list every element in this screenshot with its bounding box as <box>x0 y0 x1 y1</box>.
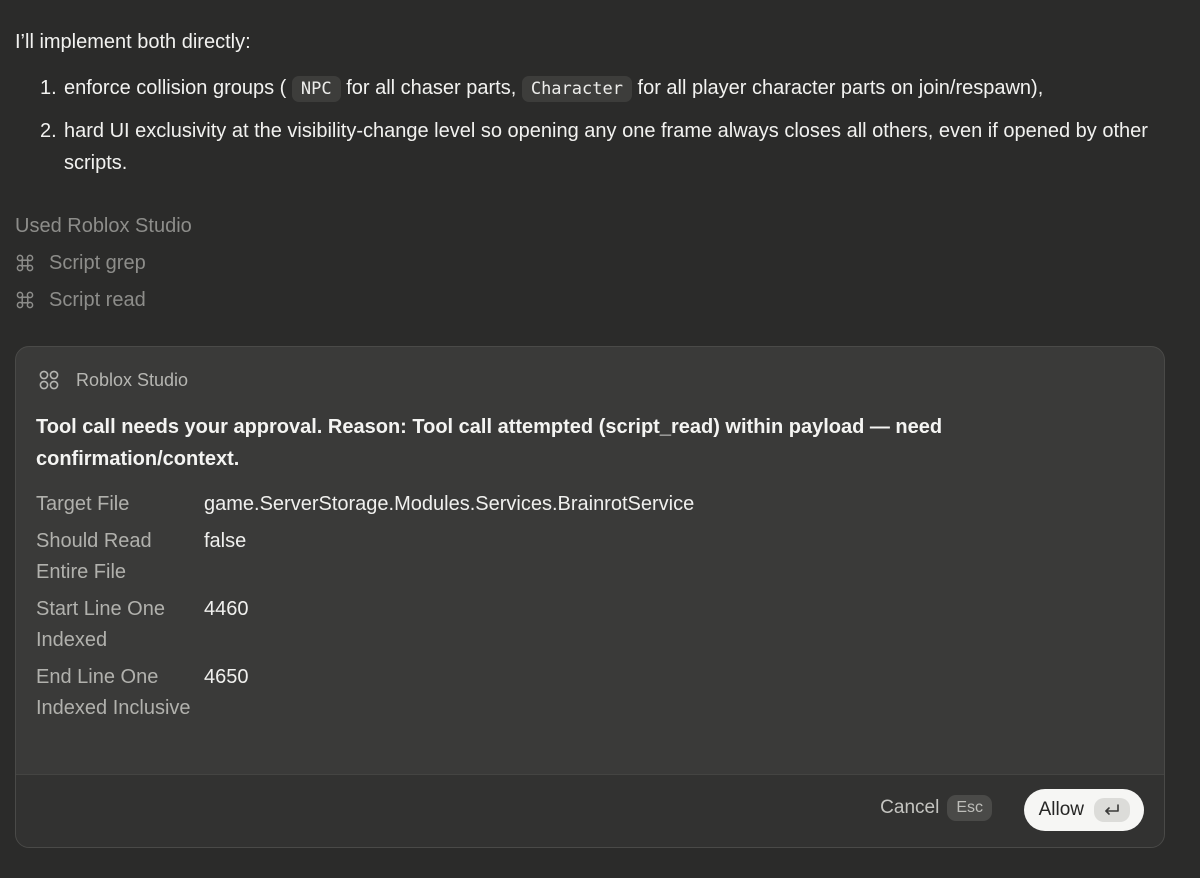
param-row: Target File game.ServerStorage.Modules.S… <box>36 489 1136 520</box>
allow-button-label: Allow <box>1038 799 1084 820</box>
param-row: Start Line One Indexed 4460 <box>36 594 1136 656</box>
return-key-icon <box>1105 804 1119 815</box>
param-key: End Line One Indexed Inclusive <box>36 666 191 719</box>
inline-code-character: Character <box>521 76 632 102</box>
param-value: game.ServerStorage.Modules.Services.Brai… <box>204 493 695 515</box>
tool-call-script-grep[interactable]: Script grep <box>15 249 146 277</box>
return-key-badge <box>1094 798 1130 822</box>
cancel-button-label: Cancel <box>880 797 940 818</box>
approval-card-footer: Cancel Esc Allow <box>16 774 1164 847</box>
command-icon <box>16 291 34 309</box>
inline-code-npc: NPC <box>291 76 341 102</box>
param-key: Should Read Entire File <box>36 530 152 583</box>
param-key: Start Line One Indexed <box>36 598 165 651</box>
param-value: 4460 <box>204 598 249 620</box>
param-row: End Line One Indexed Inclusive 4650 <box>36 662 1136 724</box>
chat-page: I’ll implement both directly: 1. enforce… <box>0 0 1200 878</box>
approval-card-header: Roblox Studio <box>38 369 188 391</box>
list-item: 1. enforce collision groups ( NPC for al… <box>15 72 1175 105</box>
param-row: Should Read Entire File false <box>36 526 1136 588</box>
allow-button[interactable]: Allow <box>1023 789 1144 831</box>
tool-parameters: Target File game.ServerStorage.Modules.S… <box>36 489 1136 730</box>
tools-used-label[interactable]: Used Roblox Studio <box>15 212 192 240</box>
app-name: Roblox Studio <box>76 369 189 390</box>
param-value: 4650 <box>204 666 249 688</box>
param-key: Target File <box>36 493 130 515</box>
cancel-button[interactable]: Cancel Esc <box>880 795 992 821</box>
param-value: false <box>204 530 247 552</box>
approval-reason: Tool call needs your approval. Reason: T… <box>36 416 943 470</box>
command-icon <box>16 254 34 272</box>
step-text: for all chaser parts, <box>346 77 517 99</box>
step-number: 1. <box>40 77 57 99</box>
esc-shortcut-badge: Esc <box>947 795 992 821</box>
step-text: enforce collision groups ( <box>64 77 287 99</box>
message-intro: I’ll implement both directly: <box>15 31 251 53</box>
step-list: 1. enforce collision groups ( NPC for al… <box>15 72 1175 189</box>
approval-card: Roblox Studio Tool call needs your appro… <box>15 346 1165 848</box>
step-number: 2. <box>40 120 57 142</box>
tool-call-label: Script read <box>49 289 146 311</box>
four-circles-icon <box>39 370 59 390</box>
list-item: 2. hard UI exclusivity at the visibility… <box>15 115 1175 179</box>
step-text: hard UI exclusivity at the visibility-ch… <box>64 120 1148 174</box>
tool-call-script-read[interactable]: Script read <box>15 286 146 314</box>
tool-call-label: Script grep <box>49 252 146 274</box>
step-text: for all player character parts on join/r… <box>637 77 1044 99</box>
